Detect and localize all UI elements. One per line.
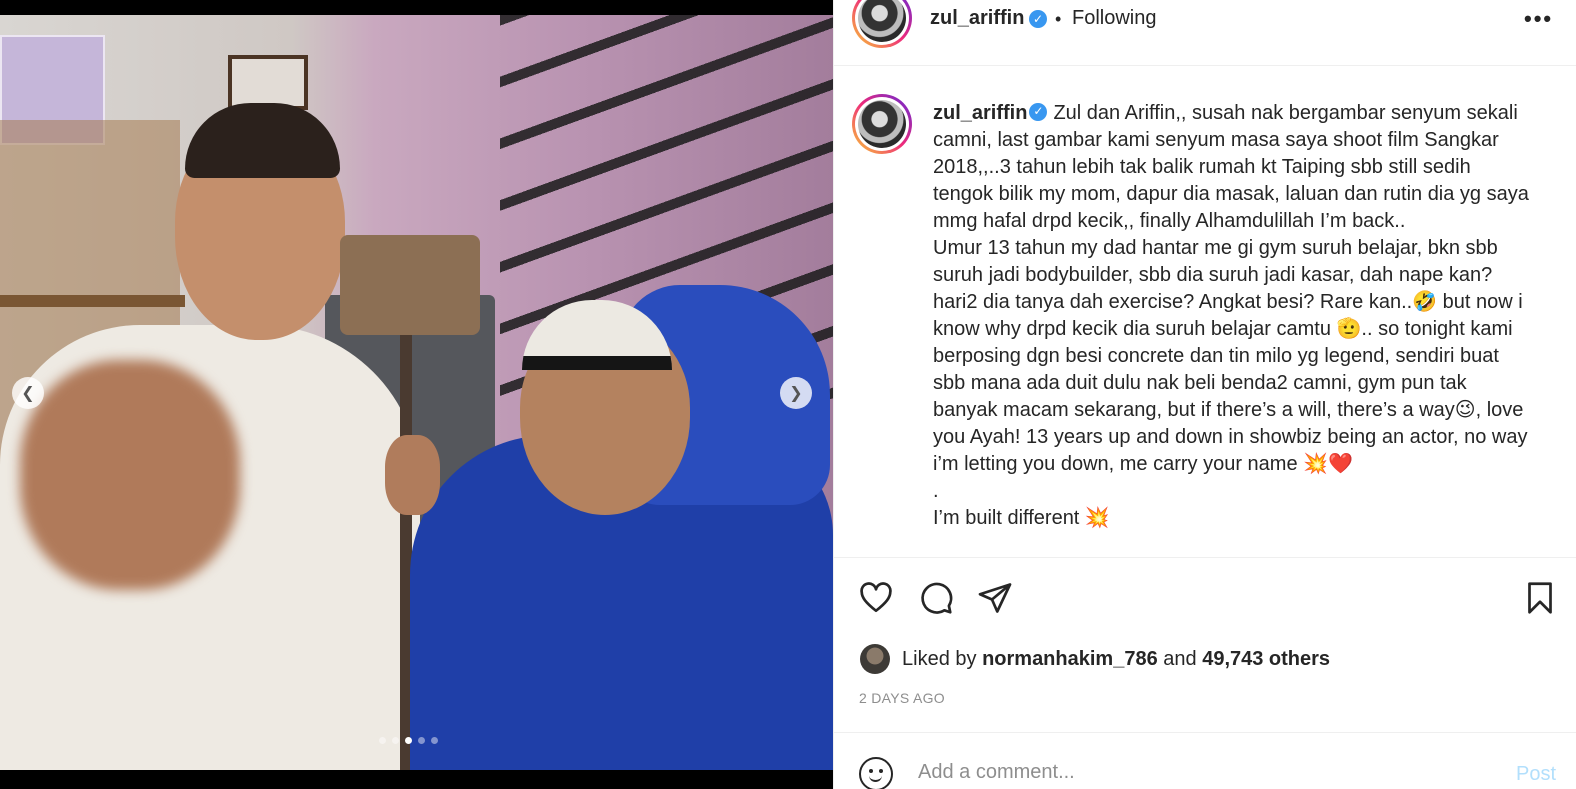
caption-line: i’m letting you down, me carry your name… [933,453,1353,475]
chevron-right-icon[interactable]: ❯ [780,377,812,409]
caption-text: Zul dan Ariffin,, susah nak bergambar se… [933,102,1563,532]
carousel-dot [405,737,412,744]
carousel-dot [431,737,438,744]
avatar-image [858,0,906,42]
more-horizontal-icon[interactable]: ••• [1524,6,1553,32]
post-photo[interactable] [0,15,833,770]
background-shelf-plank [0,295,185,307]
caption-line: I’m built different 💥 [933,507,1110,529]
verified-badge-icon: ✓ [1029,10,1047,28]
carousel-dot [418,737,425,744]
bookmark-icon[interactable] [1522,580,1558,616]
heart-icon[interactable] [858,580,894,616]
caption-line: suruh jadi bodybuilder, sbb dia suruh ja… [933,264,1493,286]
carousel-dot [379,737,386,744]
post-timestamp[interactable]: 2 DAYS AGO [859,690,945,706]
comment-bar: Post [834,732,1576,789]
likes-text: Liked by normanhakim_786 and 49,743 othe… [902,648,1330,671]
carousel-dots [379,737,438,744]
caption-line: 2018,,..3 tahun lebih tak balik rumah kt… [933,156,1471,178]
emoji-smiley-icon[interactable] [859,757,893,789]
liker-avatar[interactable] [860,644,890,674]
post-caption: zul_ariffin ✓ Zul dan Ariffin,, susah nak … [933,100,1563,532]
background-frame [228,55,308,110]
avatar-ring [855,97,909,151]
likes-summary: Liked by normanhakim_786 and 49,743 othe… [860,644,1330,674]
verified-badge-icon: ✓ [1029,102,1048,121]
avatar[interactable] [852,94,912,154]
caption-line: Umur 13 tahun my dad hantar me gi gym su… [933,237,1498,259]
likes-conjunction: and [1163,647,1197,670]
caption-area: zul_ariffin ✓ Zul dan Ariffin,, susah nak … [834,66,1576,558]
caption-line: camni, last gambar kami senyum masa saya… [933,129,1499,151]
pointing-hand [20,360,240,590]
send-icon[interactable] [977,580,1013,616]
chevron-left-icon[interactable]: ❮ [12,377,44,409]
avatar[interactable] [852,0,912,48]
caption-line: you Ayah! 13 years up and down in showbi… [933,426,1528,448]
likes-prefix: Liked by [902,647,977,670]
caption-line: banyak macam sekarang, but if there’s a … [933,399,1524,421]
caption-line: sbb mana ada duit dulu nak beli benda2 c… [933,372,1467,394]
likes-others-link[interactable]: 49,743 others [1202,648,1330,670]
caption-line: tengok bilik my mom, dapur dia masak, la… [933,183,1529,205]
post-header: zul_ariffin ✓ • Following ••• [834,0,1576,66]
action-bar [834,576,1576,620]
liker-username[interactable]: normanhakim_786 [982,648,1158,670]
following-button[interactable]: Following [1072,7,1156,30]
barbell-can [340,235,480,335]
caption-line: know why drpd kecik dia suruh belajar ca… [933,318,1513,340]
person-left-hair [185,103,340,178]
caption-line: mmg hafal drpd kecik,, finally Alhamduli… [933,210,1406,232]
caption-line: Zul dan Ariffin,, susah nak bergambar se… [1053,102,1518,124]
caption-line: hari2 dia tanya dah exercise? Angkat bes… [933,291,1523,313]
carousel-dot [392,737,399,744]
post-button[interactable]: Post [1516,763,1556,786]
person-right-hand [385,435,440,515]
post-media: ❮ ❯ [0,0,833,789]
header-username[interactable]: zul_ariffin [930,7,1024,30]
caption-line: berposing dgn besi concrete dan tin milo… [933,345,1499,367]
header-separator: • [1055,9,1062,29]
post-side-panel: zul_ariffin ✓ • Following ••• zul_ariffi… [833,0,1576,789]
caption-line: . [933,480,939,502]
comment-icon[interactable] [918,580,954,616]
comment-input[interactable] [918,761,1478,784]
avatar-image [858,100,906,148]
caption-username[interactable]: zul_ariffin [933,102,1027,124]
avatar-ring [855,0,909,45]
